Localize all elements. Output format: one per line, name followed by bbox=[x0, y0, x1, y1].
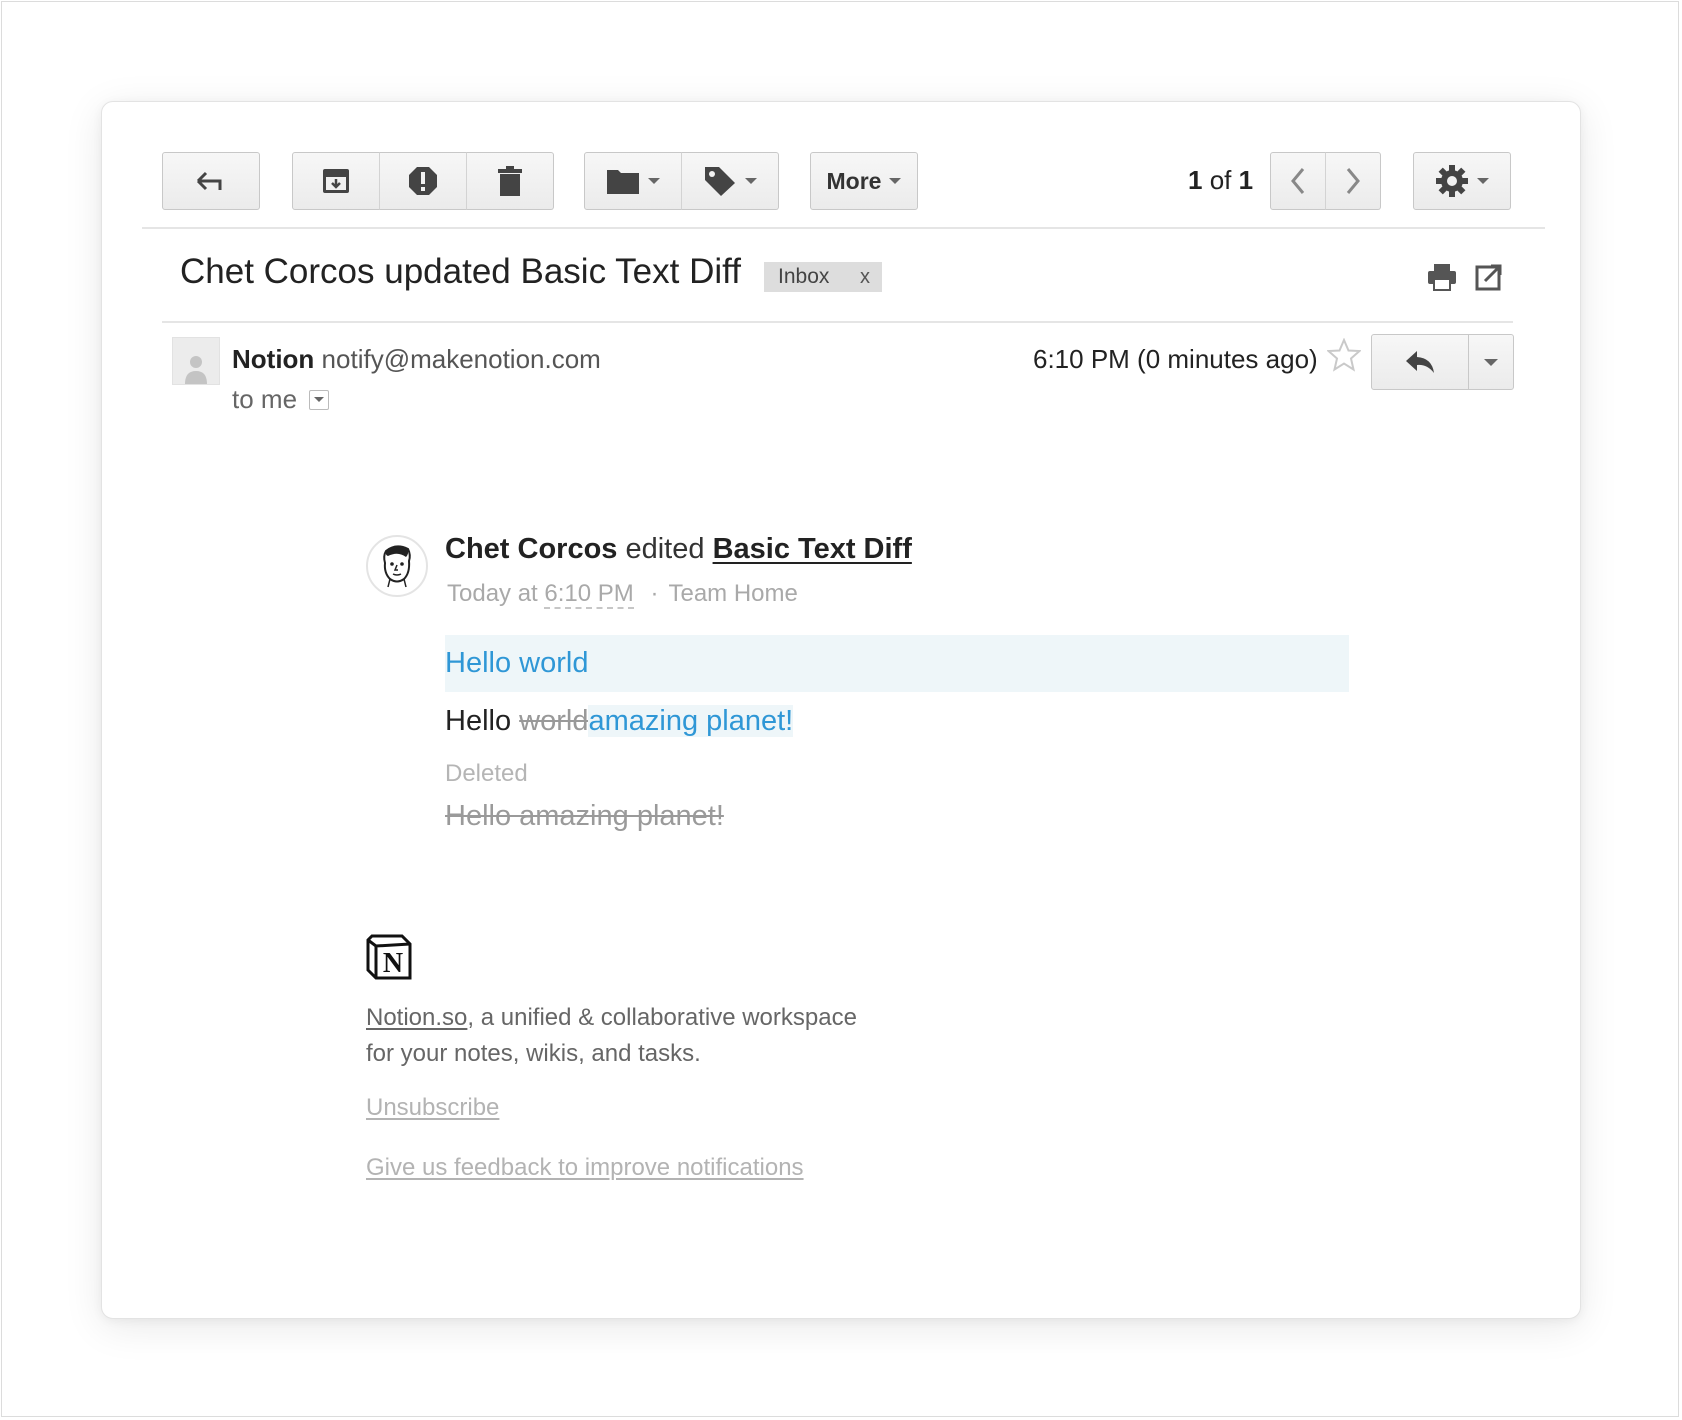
meta-prefix: Today at bbox=[447, 580, 538, 607]
pager-label: 1 of 1 bbox=[1188, 165, 1253, 196]
more-button-label: More bbox=[826, 167, 882, 194]
inbox-label-text: Inbox bbox=[778, 265, 830, 288]
message-time: 6:10 PM (0 minutes ago) bbox=[1033, 344, 1318, 374]
diff-line: Hello worldamazing planet! bbox=[445, 705, 794, 738]
caret-down-icon bbox=[648, 178, 660, 184]
unsubscribe-link[interactable]: Unsubscribe bbox=[366, 1094, 499, 1122]
edit-meta: Today at 6:10 PM · Team Home bbox=[447, 580, 798, 609]
trash-icon bbox=[498, 166, 522, 196]
back-arrow-icon bbox=[196, 171, 222, 191]
caret-down-icon bbox=[1477, 178, 1489, 184]
svg-text:N: N bbox=[383, 948, 403, 979]
move-to-button[interactable] bbox=[584, 152, 682, 210]
delete-button[interactable] bbox=[466, 152, 554, 210]
diff-inserted-text: amazing planet! bbox=[588, 705, 794, 737]
footer-line2: for your notes, wikis, and tasks. bbox=[366, 1040, 701, 1067]
notion-logo-icon: N bbox=[366, 934, 412, 980]
feedback-link[interactable]: Give us feedback to improve notification… bbox=[366, 1154, 804, 1182]
face-illustration-icon bbox=[383, 545, 411, 588]
tag-icon bbox=[705, 167, 735, 196]
email-subject: Chet Corcos updated Basic Text Diff bbox=[180, 252, 741, 291]
organize-button-group bbox=[584, 152, 779, 210]
inbox-label-chip: Inbox x bbox=[764, 262, 882, 292]
edit-headline: Chet Corcos edited Basic Text Diff bbox=[445, 533, 912, 566]
remove-label-button[interactable]: x bbox=[860, 266, 870, 289]
caret-down-icon bbox=[745, 178, 757, 184]
meta-separator: · bbox=[650, 580, 659, 607]
recipient-text: to me bbox=[232, 384, 298, 414]
page-link[interactable]: Basic Text Diff bbox=[713, 533, 912, 565]
chevron-right-icon bbox=[1346, 168, 1360, 194]
diff-kept-text: Hello bbox=[445, 705, 520, 737]
edit-action: edited bbox=[625, 533, 705, 565]
action-button-group bbox=[292, 152, 554, 210]
spam-icon bbox=[409, 167, 437, 195]
folder-icon bbox=[607, 170, 639, 194]
workspace-name: Team Home bbox=[668, 580, 798, 607]
notion-site-link[interactable]: Notion.so bbox=[366, 1004, 467, 1031]
pager-current: 1 bbox=[1188, 165, 1203, 195]
caret-down-icon bbox=[314, 397, 325, 402]
recipient-line: to me bbox=[232, 384, 330, 415]
sender-name: Notion bbox=[232, 344, 315, 374]
sender-line: Notion notify@makenotion.com bbox=[232, 344, 601, 375]
print-icon[interactable] bbox=[1427, 263, 1457, 291]
star-icon[interactable] bbox=[1327, 338, 1361, 372]
deleted-text: Hello amazing planet! bbox=[445, 800, 724, 832]
reply-button[interactable] bbox=[1371, 334, 1469, 390]
added-block: Hello world bbox=[445, 635, 1349, 692]
reply-button-group bbox=[1371, 334, 1514, 390]
archive-icon bbox=[323, 169, 349, 193]
person-icon bbox=[185, 356, 207, 384]
deleted-label: Deleted bbox=[445, 760, 528, 787]
show-details-button[interactable] bbox=[309, 389, 330, 410]
toolbar-divider bbox=[142, 227, 1545, 229]
open-new-window-icon[interactable] bbox=[1475, 263, 1503, 291]
added-text: Hello world bbox=[445, 647, 589, 679]
report-spam-button[interactable] bbox=[379, 152, 467, 210]
back-button[interactable] bbox=[162, 152, 260, 210]
caret-down-icon bbox=[889, 178, 902, 184]
pager-of: of bbox=[1209, 165, 1232, 195]
more-reply-options-button[interactable] bbox=[1468, 334, 1514, 390]
labels-button[interactable] bbox=[681, 152, 779, 210]
more-button[interactable]: More bbox=[810, 152, 918, 210]
editor-name: Chet Corcos bbox=[445, 533, 618, 565]
meta-time: 6:10 PM bbox=[544, 580, 634, 609]
chevron-left-icon bbox=[1291, 168, 1305, 194]
reply-icon bbox=[1406, 351, 1434, 373]
footer-line1: , a unified & collaborative workspace bbox=[467, 1004, 857, 1031]
sender-avatar bbox=[172, 337, 220, 385]
caret-down-icon bbox=[1484, 358, 1498, 366]
diff-removed-text: world bbox=[519, 705, 589, 737]
footer-tagline: Notion.so, a unified & collaborative wor… bbox=[366, 1000, 857, 1072]
older-button[interactable] bbox=[1325, 152, 1381, 210]
editor-avatar bbox=[366, 535, 428, 597]
pager-button-group bbox=[1270, 152, 1381, 210]
newer-button[interactable] bbox=[1270, 152, 1326, 210]
archive-button[interactable] bbox=[292, 152, 380, 210]
pager-total: 1 bbox=[1238, 165, 1254, 195]
subject-divider bbox=[162, 321, 1513, 323]
sender-email: notify@makenotion.com bbox=[321, 344, 601, 374]
settings-button[interactable] bbox=[1413, 152, 1511, 210]
gear-icon bbox=[1436, 165, 1468, 197]
